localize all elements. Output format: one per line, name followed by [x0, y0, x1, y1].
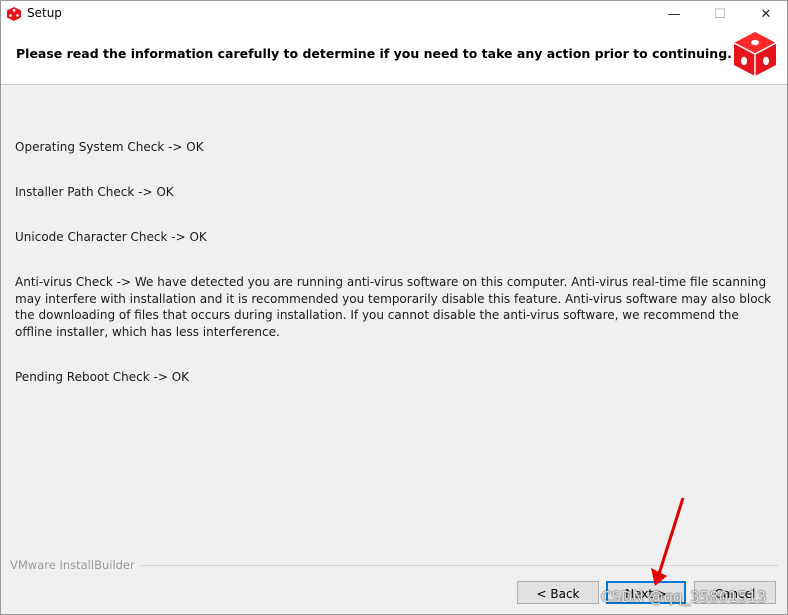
installer-path-check-text: Installer Path Check -> OK	[15, 185, 174, 199]
page-header: Please read the information carefully to…	[1, 27, 787, 85]
title-bar[interactable]: Setup — ☐ ✕	[1, 1, 787, 27]
checks-content: Operating System Check -> OK Installer P…	[1, 85, 787, 555]
installer-cube-icon	[7, 7, 21, 21]
back-button[interactable]: < Back	[517, 581, 599, 604]
installbuilder-logo-icon	[733, 32, 777, 76]
setup-window: Setup — ☐ ✕ Please read the information …	[0, 0, 788, 615]
window-title: Setup	[27, 6, 62, 20]
cancel-button[interactable]: Cancel	[694, 581, 776, 604]
pending-reboot-check-text: Pending Reboot Check -> OK	[15, 370, 190, 384]
footer-brand: VMware InstallBuilder	[10, 558, 141, 572]
antivirus-check-text: Anti-virus Check -> We have detected you…	[15, 275, 772, 339]
unicode-check-text: Unicode Character Check -> OK	[15, 230, 207, 244]
page-heading: Please read the information carefully to…	[16, 46, 732, 61]
minimize-button[interactable]: —	[651, 1, 697, 27]
maximize-button[interactable]: ☐	[697, 1, 743, 27]
os-check-text: Operating System Check -> OK	[15, 140, 204, 154]
close-button[interactable]: ✕	[743, 1, 788, 27]
annotation-arrow-icon	[651, 497, 685, 586]
